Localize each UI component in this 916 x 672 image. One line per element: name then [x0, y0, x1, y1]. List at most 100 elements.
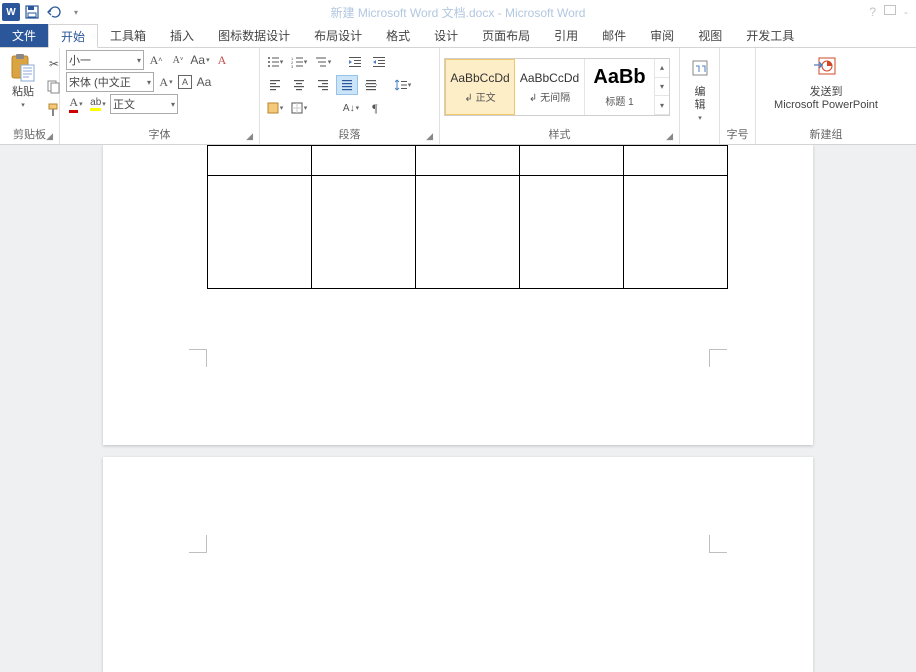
tab-format[interactable]: 格式	[374, 24, 422, 47]
style-normal[interactable]: AaBbCcDd ↲ 正文	[445, 59, 515, 115]
align-center-icon[interactable]	[288, 75, 310, 95]
group-font-label: 字体	[149, 129, 171, 141]
align-left-icon[interactable]	[264, 75, 286, 95]
group-editing: 编辑 ▾	[680, 48, 720, 144]
font-size-combo[interactable]: 小一▾	[66, 50, 144, 70]
justify-icon[interactable]	[336, 75, 358, 95]
multilevel-icon[interactable]	[312, 52, 334, 72]
document-area[interactable]	[0, 145, 916, 672]
margin-marker-icon	[189, 349, 207, 367]
app-icon[interactable]: W	[2, 3, 20, 21]
title-bar: W ▾ 新建 Microsoft Word 文档.docx - Microsof…	[0, 0, 916, 24]
borders-icon[interactable]	[288, 98, 310, 118]
tab-chartdesign[interactable]: 图标数据设计	[206, 24, 302, 47]
line-spacing-icon[interactable]	[392, 75, 414, 95]
paragraph-launcher-icon[interactable]: ◢	[426, 131, 433, 142]
tab-layoutdesign[interactable]: 布局设计	[302, 24, 374, 47]
window-controls: ? -	[869, 5, 916, 19]
help-icon[interactable]: ?	[869, 5, 876, 19]
distributed-icon[interactable]	[360, 75, 382, 95]
send-to-powerpoint-button[interactable]: 发送到Microsoft PowerPoint	[760, 50, 892, 124]
group-fontsize-label: 字号	[727, 129, 749, 141]
tab-toolbox[interactable]: 工具箱	[98, 24, 158, 47]
qat-customize-icon[interactable]: ▾	[66, 2, 86, 22]
editing-button[interactable]: 编辑 ▾	[684, 50, 716, 128]
table-row[interactable]	[208, 176, 728, 289]
tab-view[interactable]: 视图	[686, 24, 734, 47]
send-to-ppt-icon	[812, 52, 840, 84]
group-newgroup: 发送到Microsoft PowerPoint 新建组	[756, 48, 896, 144]
ribbon: 粘贴 ▾ ✂ 剪贴板◢ 小一▾ A˄ A˅ Aa	[0, 48, 916, 145]
group-paragraph: 123 A↓ ¶ 段落 ◢	[260, 48, 440, 144]
margin-marker-icon	[709, 535, 727, 553]
char-shading-icon[interactable]: Aa	[194, 72, 214, 92]
paste-label: 粘贴	[12, 86, 34, 99]
paste-icon	[10, 52, 36, 84]
increase-indent-icon[interactable]	[368, 52, 390, 72]
tab-file[interactable]: 文件	[0, 24, 48, 47]
sendto-l1: 发送到	[810, 86, 843, 98]
find-icon	[690, 52, 710, 84]
show-marks-icon[interactable]: ¶	[364, 98, 386, 118]
undo-icon[interactable]	[44, 2, 64, 22]
editing-label: 编辑	[690, 86, 710, 112]
tab-home[interactable]: 开始	[48, 24, 98, 48]
group-clipboard-label: 剪贴板	[13, 129, 46, 141]
char-border-icon[interactable]: A	[178, 75, 192, 89]
group-newgroup-label: 新建组	[810, 129, 843, 141]
sendto-l2: Microsoft PowerPoint	[774, 99, 878, 111]
group-editing-spacer	[684, 128, 715, 144]
tab-pagelayout[interactable]: 页面布局	[470, 24, 542, 47]
margin-marker-icon	[189, 535, 207, 553]
shading-icon[interactable]	[264, 98, 286, 118]
page-1[interactable]	[103, 145, 813, 445]
style-combo[interactable]: 正文▾	[110, 94, 178, 114]
gallery-down-icon[interactable]: ▾	[655, 78, 669, 97]
tab-design[interactable]: 设计	[422, 24, 470, 47]
gallery-up-icon[interactable]: ▴	[655, 59, 669, 78]
tab-references[interactable]: 引用	[542, 24, 590, 47]
font-launcher-icon[interactable]: ◢	[246, 131, 253, 142]
page-2[interactable]	[103, 457, 813, 672]
font-color-icon[interactable]: A	[66, 94, 86, 114]
clear-format-icon[interactable]: A	[212, 50, 232, 70]
ribbon-display-icon[interactable]	[884, 5, 896, 15]
window-title: 新建 Microsoft Word 文档.docx - Microsoft Wo…	[331, 4, 586, 21]
align-right-icon[interactable]	[312, 75, 334, 95]
numbering-icon[interactable]: 123	[288, 52, 310, 72]
style-heading1[interactable]: AaBb 标题 1	[585, 59, 655, 115]
svg-text:3: 3	[291, 64, 294, 68]
tab-insert[interactable]: 插入	[158, 24, 206, 47]
minimize-icon[interactable]: -	[904, 5, 908, 19]
table-row[interactable]	[208, 146, 728, 176]
phonetic-guide-icon[interactable]: A	[156, 72, 176, 92]
group-fontsize: 字号	[720, 48, 756, 144]
tab-mailings[interactable]: 邮件	[590, 24, 638, 47]
style-gallery[interactable]: AaBbCcDd ↲ 正文 AaBbCcDd ↲ 无间隔 AaBb 标题 1 ▴…	[444, 58, 670, 116]
document-table[interactable]	[207, 145, 728, 289]
font-name-combo[interactable]: 宋体 (中文正▾	[66, 72, 154, 92]
group-styles: AaBbCcDd ↲ 正文 AaBbCcDd ↲ 无间隔 AaBb 标题 1 ▴…	[440, 48, 680, 144]
highlight-icon[interactable]: ab	[88, 94, 108, 114]
sort-icon[interactable]: A↓	[340, 98, 362, 118]
group-clipboard: 粘贴 ▾ ✂ 剪贴板◢	[0, 48, 60, 144]
gallery-more-icon[interactable]: ▾	[655, 96, 669, 115]
quick-access-toolbar: W ▾	[0, 2, 86, 22]
bullets-icon[interactable]	[264, 52, 286, 72]
grow-font-icon[interactable]: A˄	[146, 50, 166, 70]
paste-button[interactable]: 粘贴 ▾	[4, 50, 42, 124]
gallery-scroll[interactable]: ▴ ▾ ▾	[655, 59, 669, 115]
margin-marker-icon	[709, 349, 727, 367]
style-nospacing[interactable]: AaBbCcDd ↲ 无间隔	[515, 59, 585, 115]
clipboard-launcher-icon[interactable]: ◢	[46, 131, 53, 142]
save-icon[interactable]	[22, 2, 42, 22]
ribbon-tabs: 文件 开始 工具箱 插入 图标数据设计 布局设计 格式 设计 页面布局 引用 邮…	[0, 24, 916, 48]
decrease-indent-icon[interactable]	[344, 52, 366, 72]
tab-developer[interactable]: 开发工具	[734, 24, 806, 47]
styles-launcher-icon[interactable]: ◢	[666, 131, 673, 142]
group-styles-label: 样式	[549, 129, 571, 141]
change-case-icon[interactable]: Aa	[190, 50, 210, 70]
shrink-font-icon[interactable]: A˅	[168, 50, 188, 70]
group-paragraph-label: 段落	[339, 129, 361, 141]
tab-review[interactable]: 审阅	[638, 24, 686, 47]
